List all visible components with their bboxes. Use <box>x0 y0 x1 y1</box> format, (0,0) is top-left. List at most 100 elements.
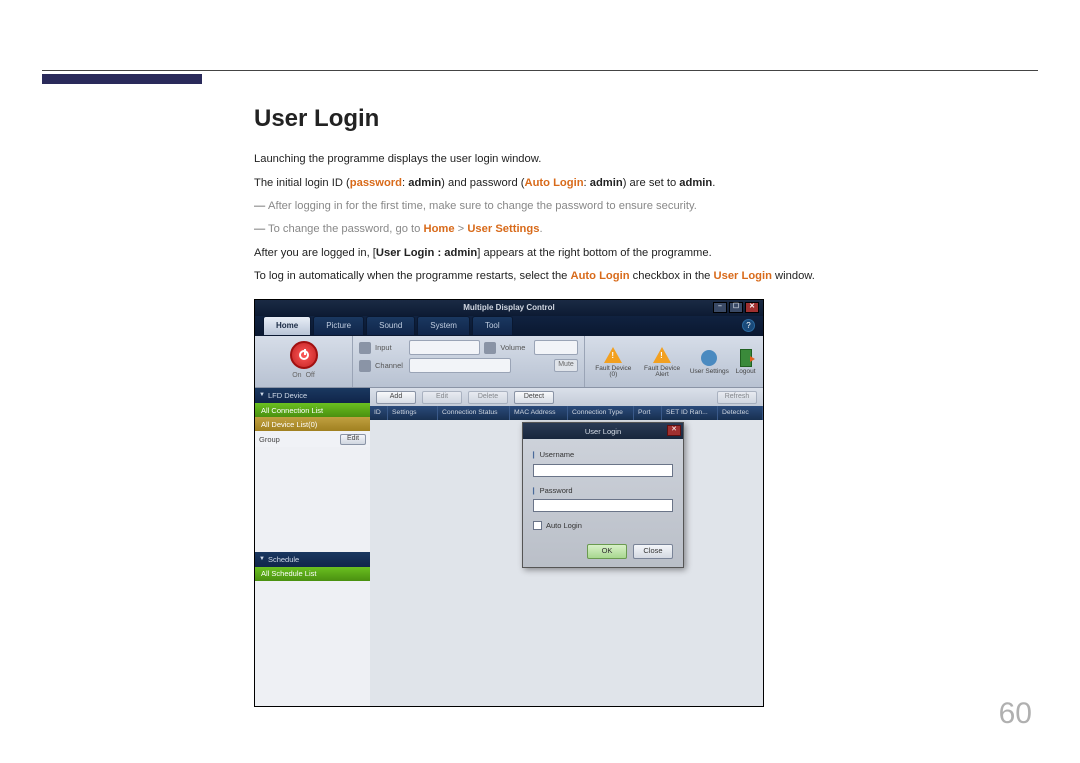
login-dialog: User Login ✕ Username Password <box>522 422 684 567</box>
user-icon <box>701 350 717 366</box>
edit-button[interactable]: Edit <box>422 391 462 404</box>
caret-down-icon: ▼ <box>259 391 265 400</box>
login-title: User Login <box>585 426 621 438</box>
ribbon-power-group: On Off <box>255 336 353 387</box>
sidebar-all-connection[interactable]: All Connection List <box>255 403 370 417</box>
col-setid[interactable]: SET ID Ran... <box>662 406 718 420</box>
col-conn-type[interactable]: Connection Type <box>568 406 634 420</box>
window-controls: – ☐ ✕ <box>713 302 759 313</box>
input-select[interactable] <box>409 340 480 355</box>
ribbon-settings-group: Input Volume Channel Mute <box>353 336 585 387</box>
close-button[interactable]: ✕ <box>745 302 759 313</box>
page-title: User Login <box>254 100 1038 137</box>
sidebar-schedule-area <box>255 581 370 706</box>
username-input[interactable] <box>533 464 673 477</box>
alert-icon <box>653 347 671 363</box>
tab-system[interactable]: System <box>417 316 470 336</box>
col-settings[interactable]: Settings <box>388 406 438 420</box>
login-close-button[interactable]: ✕ <box>667 425 681 436</box>
login-buttons: OK Close <box>533 544 673 559</box>
help-icon[interactable]: ? <box>742 319 755 332</box>
delete-button[interactable]: Delete <box>468 391 508 404</box>
tab-picture[interactable]: Picture <box>313 316 364 336</box>
detect-button[interactable]: Detect <box>514 391 554 404</box>
volume-field[interactable] <box>534 340 578 355</box>
power-off-label[interactable]: Off <box>306 371 315 382</box>
ok-button[interactable]: OK <box>587 544 627 559</box>
username-label: Username <box>533 449 673 461</box>
auto-login-label: Auto Login <box>546 520 582 532</box>
group-label: Group <box>259 434 280 446</box>
fault-device-button[interactable]: Fault Device (0) <box>592 345 634 380</box>
col-port[interactable]: Port <box>634 406 662 420</box>
app-tabs: Home Picture Sound System Tool ? <box>255 316 763 336</box>
sidebar-group-row: Group Edit <box>255 431 370 447</box>
document-content: User Login Launching the programme displ… <box>254 100 1038 707</box>
tab-home[interactable]: Home <box>263 316 311 336</box>
ribbon: On Off Input Volume Channel <box>255 336 763 388</box>
main-toolbar: Add Edit Delete Detect Refresh <box>370 388 763 406</box>
tab-sound[interactable]: Sound <box>366 316 415 336</box>
password-label: password <box>350 177 402 189</box>
maximize-button[interactable]: ☐ <box>729 302 743 313</box>
page-number: 60 <box>999 697 1032 731</box>
volume-icon <box>484 342 496 354</box>
power-icon <box>299 350 309 360</box>
power-button[interactable] <box>290 341 318 369</box>
refresh-button[interactable]: Refresh <box>717 391 757 404</box>
channel-icon <box>359 360 371 372</box>
sidebar-all-schedule[interactable]: All Schedule List <box>255 567 370 581</box>
col-detected[interactable]: Detectec <box>718 406 763 420</box>
fault-alert-button[interactable]: Fault Device Alert <box>641 345 683 380</box>
mute-button[interactable]: Mute <box>554 359 578 372</box>
input-icon <box>359 342 371 354</box>
auto-login-paragraph: To log in automatically when the program… <box>254 268 1038 285</box>
channel-select[interactable] <box>409 358 511 373</box>
after-login-paragraph: After you are logged in, [User Login : a… <box>254 245 1038 262</box>
sidebar-tree-area <box>255 447 370 552</box>
col-id[interactable]: ID <box>370 406 388 420</box>
group-edit-button[interactable]: Edit <box>340 434 366 445</box>
logout-button[interactable]: Logout <box>736 348 756 376</box>
intro-paragraph: Launching the programme displays the use… <box>254 151 1038 168</box>
caret-down-icon: ▼ <box>259 555 265 564</box>
logout-icon <box>740 349 752 367</box>
close-dialog-button[interactable]: Close <box>633 544 673 559</box>
sidebar-all-device[interactable]: All Device List(0) <box>255 417 370 431</box>
default-login-paragraph: The initial login ID (password: admin) a… <box>254 175 1038 192</box>
table-header: ID Settings Connection Status MAC Addres… <box>370 406 763 420</box>
password-field: Password <box>533 485 673 512</box>
channel-label: Channel <box>375 360 405 372</box>
user-settings-button[interactable]: User Settings <box>690 348 729 376</box>
col-mac[interactable]: MAC Address <box>510 406 568 420</box>
main-panel: Add Edit Delete Detect Refresh ID Settin… <box>370 388 763 706</box>
table-body: User Login ✕ Username Password <box>370 420 763 706</box>
login-titlebar[interactable]: User Login ✕ <box>523 423 683 439</box>
header-rule <box>42 70 1038 71</box>
volume-label: Volume <box>500 342 530 354</box>
col-conn-status[interactable]: Connection Status <box>438 406 510 420</box>
app-window: Multiple Display Control – ☐ ✕ Home Pict… <box>254 299 764 707</box>
app-title: Multiple Display Control <box>463 302 555 314</box>
app-body: ▼LFD Device All Connection List All Devi… <box>255 388 763 706</box>
login-body: Username Password Auto Login <box>523 439 683 566</box>
power-on-label[interactable]: On <box>292 371 301 382</box>
ribbon-tools-group: Fault Device (0) Fault Device Alert User… <box>585 336 763 387</box>
password-label: Password <box>533 485 673 497</box>
auto-login-checkbox[interactable] <box>533 521 542 530</box>
auto-login-row: Auto Login <box>533 520 673 532</box>
note-change-password: After logging in for the first time, mak… <box>254 198 1038 215</box>
input-label: Input <box>375 342 405 354</box>
tab-tool[interactable]: Tool <box>472 316 513 336</box>
sidebar-schedule-header[interactable]: ▼Schedule <box>255 552 370 567</box>
auto-login-label: Auto Login <box>525 177 584 189</box>
add-button[interactable]: Add <box>376 391 416 404</box>
password-input[interactable] <box>533 499 673 512</box>
sidebar: ▼LFD Device All Connection List All Devi… <box>255 388 370 706</box>
note-user-settings: To change the password, go to Home > Use… <box>254 221 1038 238</box>
minimize-button[interactable]: – <box>713 302 727 313</box>
sidebar-lfd-header[interactable]: ▼LFD Device <box>255 388 370 403</box>
warning-icon <box>604 347 622 363</box>
app-titlebar[interactable]: Multiple Display Control – ☐ ✕ <box>255 300 763 316</box>
username-field: Username <box>533 449 673 476</box>
